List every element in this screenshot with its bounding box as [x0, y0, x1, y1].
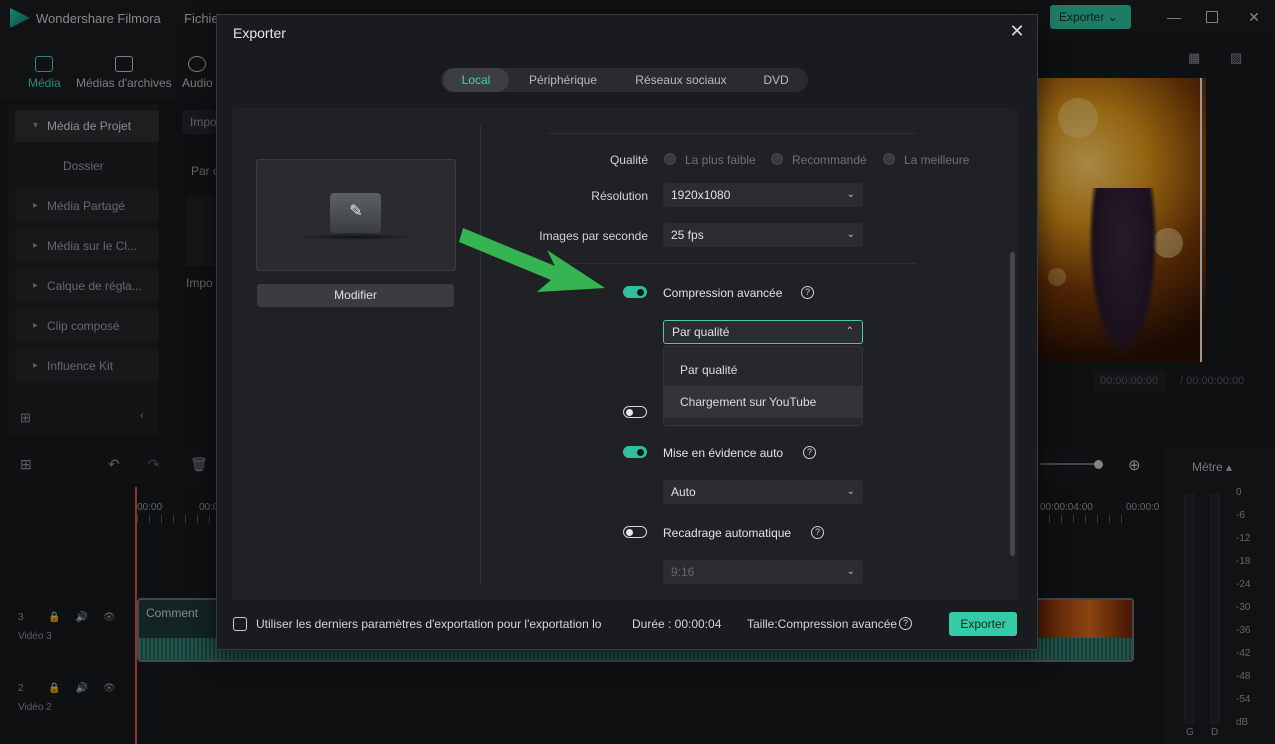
section-divider — [548, 133, 916, 134]
annotation-arrow-icon — [459, 228, 605, 292]
export-button[interactable]: Exporter — [949, 612, 1017, 636]
help-icon[interactable]: ? — [899, 617, 912, 630]
auto-reframe-toggle[interactable] — [623, 526, 647, 538]
dropdown-option-youtube-upload[interactable]: Chargement sur YouTube — [664, 386, 862, 418]
duration-info: Durée : 00:00:04 — [632, 617, 722, 631]
help-icon[interactable]: ? — [801, 286, 814, 299]
quality-radio-best[interactable] — [883, 153, 895, 165]
quality-option-lowest: La plus faible — [685, 153, 756, 167]
size-info: Taille:Compression avancée — [747, 617, 898, 631]
resolution-label: Résolution — [591, 189, 648, 203]
modify-button[interactable]: Modifier — [257, 284, 454, 307]
quality-option-recommended: Recommandé — [792, 153, 867, 167]
advanced-compression-toggle[interactable] — [623, 286, 647, 298]
thumbnail-shadow — [290, 234, 420, 240]
use-last-settings-checkbox[interactable] — [233, 617, 247, 631]
aspect-ratio-value: 9:16 — [671, 565, 695, 579]
auto-highlight-label: Mise en évidence auto — [663, 446, 784, 460]
help-icon[interactable]: ? — [803, 446, 816, 459]
tab-device[interactable]: Périphérique — [518, 68, 608, 92]
compression-mode-value: Par qualité — [672, 325, 730, 339]
advanced-compression-label: Compression avancée — [663, 286, 783, 300]
dropdown-option-by-quality[interactable]: Par qualité — [664, 354, 862, 386]
panel-divider — [480, 124, 481, 584]
auto-reframe-label: Recadrage automatique — [663, 526, 792, 540]
quality-radio-lowest[interactable] — [664, 153, 676, 165]
close-icon[interactable]: ✕ — [1008, 22, 1026, 40]
tab-dvd[interactable]: DVD — [748, 68, 804, 92]
quality-option-best: La meilleure — [904, 153, 970, 167]
resolution-value: 1920x1080 — [671, 188, 731, 202]
dialog-title: Exporter — [233, 25, 286, 41]
chevron-down-icon: ⌄ — [846, 229, 855, 240]
hidden-option-toggle[interactable] — [623, 406, 647, 418]
aspect-ratio-select[interactable]: 9:16 ⌄ — [663, 560, 863, 584]
auto-highlight-value: Auto — [671, 485, 696, 499]
chevron-down-icon: ⌄ — [846, 566, 855, 577]
tab-social-networks[interactable]: Réseaux sociaux — [626, 68, 736, 92]
fps-select[interactable]: 25 fps ⌄ — [663, 223, 863, 247]
compression-mode-select[interactable]: Par qualité ⌃ — [663, 320, 863, 344]
chevron-up-icon: ⌃ — [845, 326, 854, 337]
chevron-down-icon: ⌄ — [846, 486, 855, 497]
use-last-settings-label: Utiliser les derniers paramètres d'expor… — [256, 617, 601, 631]
resolution-select[interactable]: 1920x1080 ⌄ — [663, 183, 863, 207]
chevron-down-icon: ⌄ — [846, 189, 855, 200]
edit-thumbnail-icon: ✎ — [330, 193, 381, 233]
quality-label: Qualité — [609, 153, 648, 167]
tab-local[interactable]: Local — [443, 68, 509, 92]
auto-highlight-toggle[interactable] — [623, 446, 647, 458]
quality-radio-recommended[interactable] — [771, 153, 783, 165]
fps-value: 25 fps — [671, 228, 704, 242]
settings-scrollbar[interactable] — [1010, 252, 1015, 556]
help-icon[interactable]: ? — [811, 526, 824, 539]
auto-highlight-select[interactable]: Auto ⌄ — [663, 480, 863, 504]
